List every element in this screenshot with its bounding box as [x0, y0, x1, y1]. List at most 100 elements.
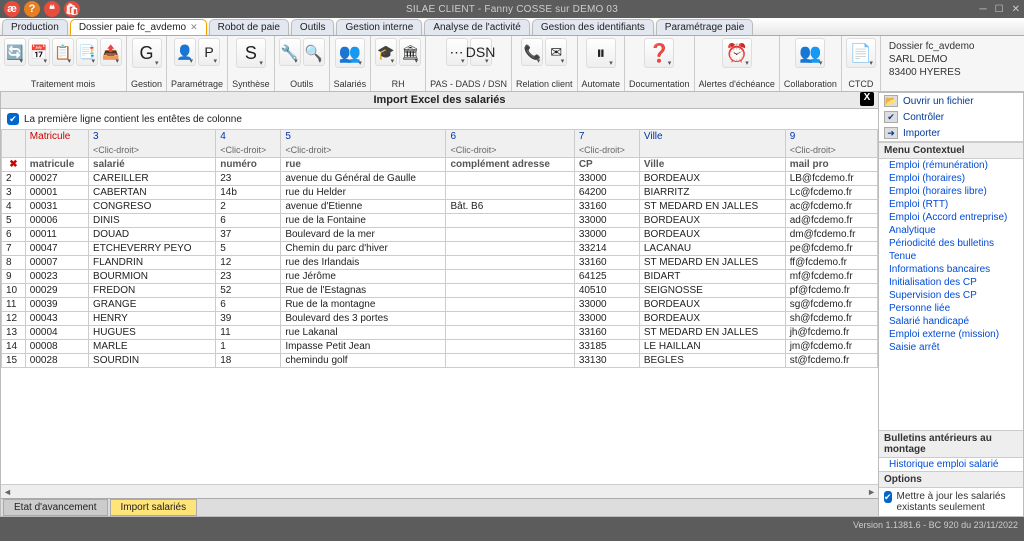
cell[interactable]	[446, 326, 574, 340]
dropdown-icon[interactable]: ▾	[155, 59, 159, 67]
cell[interactable]: BORDEAUX	[639, 228, 785, 242]
checkbox-icon[interactable]: ✔	[7, 113, 19, 125]
context-link[interactable]: Emploi externe (mission)	[879, 328, 1023, 341]
column-subheader[interactable]: <Clic-droit>	[89, 144, 216, 158]
cell[interactable]: DOUAD	[89, 228, 216, 242]
context-link[interactable]: Personne liée	[879, 302, 1023, 315]
cell[interactable]: rue des Irlandais	[281, 256, 446, 270]
column-subheader[interactable]: <Clic-droit>	[446, 144, 574, 158]
cell[interactable]: 11	[216, 326, 281, 340]
cell[interactable]: CAREILLER	[89, 172, 216, 186]
context-link[interactable]: Saisie arrêt	[879, 341, 1023, 354]
dropdown-icon[interactable]: ▾	[745, 59, 749, 67]
cell[interactable]: rue de la Fontaine	[281, 214, 446, 228]
cell[interactable]: SEIGNOSSE	[639, 284, 785, 298]
cell[interactable]: 14b	[216, 186, 281, 200]
cell[interactable]: 33130	[574, 354, 639, 368]
table-row[interactable]: 1000029FREDON52Rue de l'Estagnas40510SEI…	[2, 284, 878, 298]
cell[interactable]: dm@fcdemo.fr	[785, 228, 877, 242]
cell[interactable]: 00031	[25, 200, 88, 214]
cell[interactable]: chemindu golf	[281, 354, 446, 368]
cell[interactable]: 33000	[574, 214, 639, 228]
tab-gestion-interne[interactable]: Gestion interne	[336, 19, 422, 35]
cell[interactable]: 00001	[25, 186, 88, 200]
cell[interactable]: Rue de la montagne	[281, 298, 446, 312]
column-header[interactable]: 5	[281, 130, 446, 144]
dropdown-icon[interactable]: ▾	[485, 57, 489, 65]
header-row-option[interactable]: ✔ La première ligne contient les entêtes…	[1, 109, 878, 129]
ribbon-button[interactable]: 📞▾	[521, 38, 543, 66]
table-row[interactable]: 300001CABERTAN14brue du Helder64200BIARR…	[2, 186, 878, 200]
dropdown-icon[interactable]: ▾	[561, 57, 565, 65]
tab-production[interactable]: Production	[2, 19, 68, 35]
cell[interactable]: rue	[281, 158, 446, 172]
cell[interactable]: 00006	[25, 214, 88, 228]
cell[interactable]	[446, 172, 574, 186]
tab-dossier-paie-fc-avdemo[interactable]: Dossier paie fc_avdemo✕	[70, 19, 207, 35]
bulletins-link[interactable]: Historique emploi salarié	[879, 458, 1023, 471]
dropdown-icon[interactable]: ▾	[19, 57, 23, 65]
dropdown-icon[interactable]: ▾	[537, 57, 541, 65]
cell[interactable]: FREDON	[89, 284, 216, 298]
cell[interactable]: DINIS	[89, 214, 216, 228]
cell[interactable]: 64200	[574, 186, 639, 200]
ribbon-button[interactable]: DSN▾	[470, 38, 492, 66]
cell[interactable]: mail pro	[785, 158, 877, 172]
cell[interactable]: 00039	[25, 298, 88, 312]
cell[interactable]: 00004	[25, 326, 88, 340]
close-content-button[interactable]: X	[860, 92, 874, 106]
ribbon-button[interactable]: 👥▾	[335, 38, 365, 68]
column-subheader[interactable]: <Clic-droit>	[216, 144, 281, 158]
dropdown-icon[interactable]: ▾	[391, 57, 395, 65]
ribbon-button[interactable]: ⋯▾	[446, 38, 468, 66]
column-subheader[interactable]: <Clic-droit>	[281, 144, 446, 158]
cell[interactable]: mf@fcdemo.fr	[785, 270, 877, 284]
cell[interactable]: 33160	[574, 256, 639, 270]
cell[interactable]: ff@fcdemo.fr	[785, 256, 877, 270]
cell[interactable]: 4	[2, 200, 26, 214]
cell[interactable]: st@fcdemo.fr	[785, 354, 877, 368]
context-link[interactable]: Tenue	[879, 250, 1023, 263]
cell[interactable]: 00047	[25, 242, 88, 256]
ribbon-button[interactable]: 📋▾	[52, 38, 74, 66]
cell[interactable]: 12	[2, 312, 26, 326]
cell[interactable]	[446, 270, 574, 284]
cell[interactable]: 00007	[25, 256, 88, 270]
cell[interactable]: 00029	[25, 284, 88, 298]
table-row[interactable]: 1300004HUGUES11rue Lakanal33160ST MEDARD…	[2, 326, 878, 340]
cell[interactable]: 33160	[574, 200, 639, 214]
cell[interactable]: pe@fcdemo.fr	[785, 242, 877, 256]
dropdown-icon[interactable]: ▾	[91, 57, 95, 65]
cell[interactable]: 5	[216, 242, 281, 256]
context-link[interactable]: Informations bancaires	[879, 263, 1023, 276]
ribbon-button[interactable]: 🎓▾	[375, 38, 397, 66]
cell[interactable]: SOURDIN	[89, 354, 216, 368]
table-row[interactable]: 800007FLANDRIN12rue des Irlandais33160ST…	[2, 256, 878, 270]
context-link[interactable]: Périodicité des bulletins	[879, 237, 1023, 250]
cell[interactable]: 40510	[574, 284, 639, 298]
option-update-existing[interactable]: ✔ Mettre à jour les salariés existants s…	[879, 488, 1023, 516]
table-row[interactable]: 200027CAREILLER23avenue du Général de Ga…	[2, 172, 878, 186]
cell[interactable]	[446, 186, 574, 200]
cell[interactable]: HUGUES	[89, 326, 216, 340]
cell[interactable]: 9	[2, 270, 26, 284]
context-link[interactable]: Emploi (RTT)	[879, 198, 1023, 211]
ribbon-button[interactable]: 👥▾	[795, 38, 825, 68]
cell[interactable]: BEGLES	[639, 354, 785, 368]
cell[interactable]: 00043	[25, 312, 88, 326]
cell[interactable]	[446, 242, 574, 256]
cell[interactable]: CABERTAN	[89, 186, 216, 200]
table-row[interactable]: ✖matriculesalariénuméroruecomplément adr…	[2, 158, 878, 172]
cell[interactable]: 33185	[574, 340, 639, 354]
dropdown-icon[interactable]: ▾	[609, 59, 613, 67]
cell[interactable]	[446, 256, 574, 270]
delete-row-icon[interactable]: ✖	[2, 158, 26, 172]
cell[interactable]: 00023	[25, 270, 88, 284]
cell[interactable]: Chemin du parc d'hiver	[281, 242, 446, 256]
tab-close-icon[interactable]: ✕	[190, 22, 198, 33]
cell[interactable]: 23	[216, 270, 281, 284]
column-header[interactable]	[2, 130, 26, 144]
cell[interactable]: 00027	[25, 172, 88, 186]
action-ouvrir-un-fichier[interactable]: 📂Ouvrir un fichier	[879, 93, 1023, 109]
cell[interactable]: 37	[216, 228, 281, 242]
